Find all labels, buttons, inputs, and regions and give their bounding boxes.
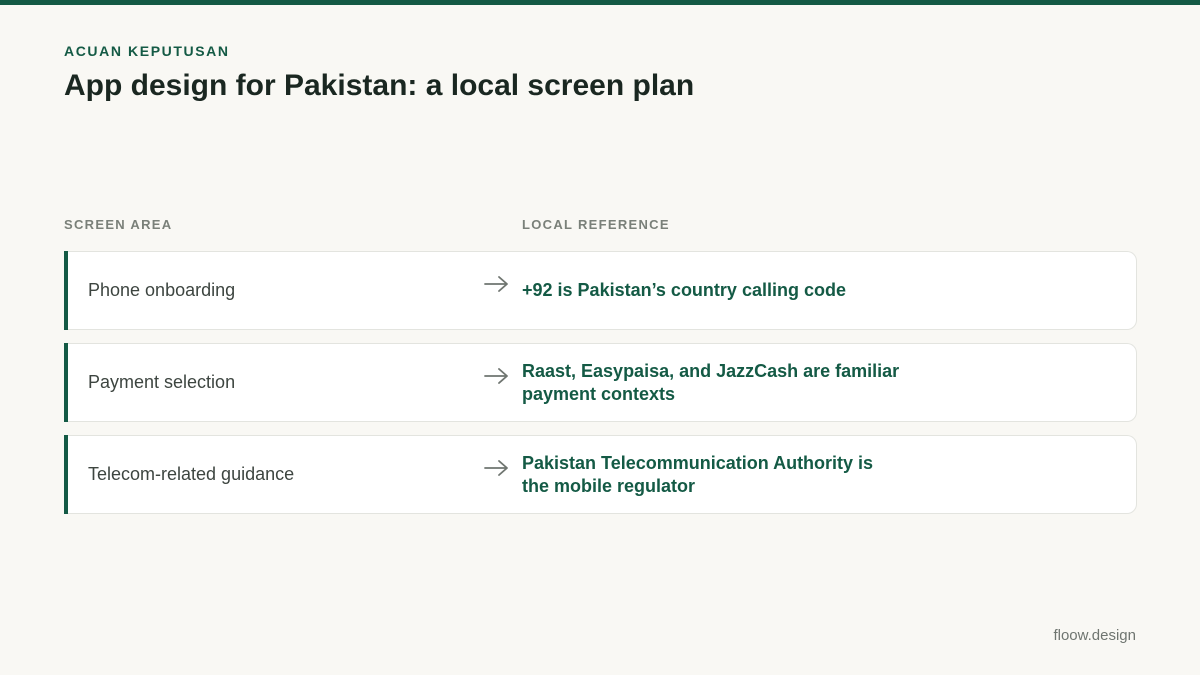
row-accent-bar [64,435,68,514]
table-row: Telecom-related guidance Pakistan Teleco… [64,435,1137,514]
reference-table: Phone onboarding +92 is Pakistan’s count… [64,251,1137,527]
arrow-right-icon [484,368,508,384]
local-reference-text: Pakistan Telecommunication Authority is … [522,452,874,496]
local-reference-text: Raast, Easypaisa, and JazzCash are famil… [522,360,900,404]
table-row: Phone onboarding +92 is Pakistan’s count… [64,251,1137,330]
row-accent-bar [64,251,68,330]
brand-footer: floow.design [1053,627,1136,644]
local-reference-text: +92 is Pakistan’s country calling code [522,280,846,300]
arrow-right-icon [484,276,508,292]
eyebrow-label: ACUAN KEPUTUSAN [64,43,230,59]
screen-area-label: Phone onboarding [88,280,236,300]
top-accent-bar [0,0,1200,5]
page-title: App design for Pakistan: a local screen … [64,69,695,102]
column-header-local-reference: LOCAL REFERENCE [522,217,670,232]
column-header-screen-area: SCREEN AREA [64,217,173,232]
screen-area-label: Payment selection [88,372,236,392]
screen-area-label: Telecom-related guidance [88,464,295,484]
arrow-right-icon [484,460,508,476]
table-row: Payment selection Raast, Easypaisa, and … [64,343,1137,422]
row-accent-bar [64,343,68,422]
